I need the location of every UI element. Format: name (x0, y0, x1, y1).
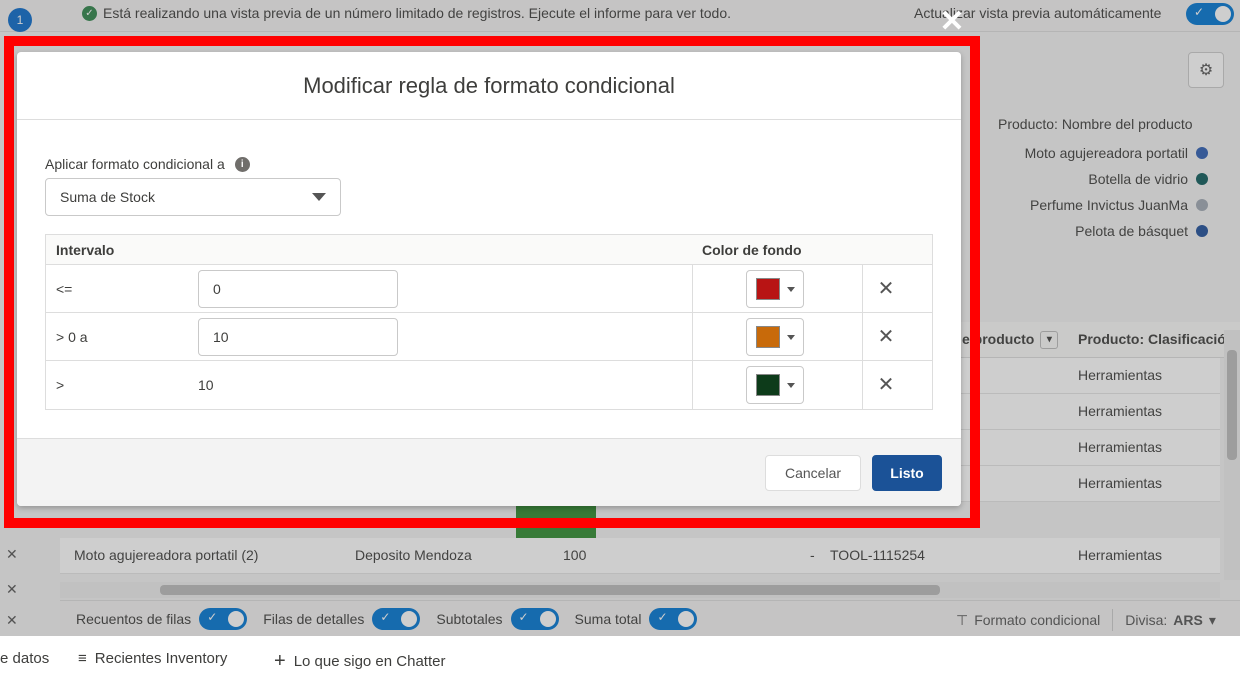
cancel-button[interactable]: Cancelar (765, 455, 861, 491)
color-swatch (756, 278, 780, 300)
utility-item-label: e datos (0, 650, 50, 667)
rule-row: > 0 a ✕ (46, 313, 932, 361)
interval-column-header: Intervalo (56, 242, 115, 258)
utility-item-recent-inventory[interactable]: ≡ Recientes Inventory (78, 650, 227, 667)
rule-value-input[interactable] (198, 270, 398, 308)
utility-bar: e datos ≡ Recientes Inventory + Lo que s… (0, 636, 1240, 681)
done-button[interactable]: Listo (872, 455, 942, 491)
utility-item-label: Recientes Inventory (94, 650, 228, 667)
modal-title: Modificar regla de formato condicional (303, 72, 675, 98)
plus-icon: + (274, 650, 286, 672)
rule-row: <= ✕ (46, 265, 932, 313)
color-swatch (756, 326, 780, 348)
rule-row: > 10 ✕ (46, 361, 932, 409)
caret-down-icon (787, 287, 795, 292)
modal-footer: Cancelar Listo (17, 438, 961, 506)
rule-operator: > (56, 377, 65, 393)
caret-down-icon (787, 335, 795, 340)
rules-table: Intervalo Color de fondo <= ✕ > 0 a ✕ > … (45, 234, 933, 410)
apply-format-label: Aplicar formato condicional a (45, 156, 225, 172)
utility-item-label: Lo que sigo en Chatter (293, 653, 446, 670)
delete-rule-close-icon[interactable]: ✕ (872, 275, 900, 303)
rule-operator: > 0 a (56, 329, 88, 345)
apply-format-label-group: Aplicar formato condicional a i (45, 156, 250, 172)
background-color-picker[interactable] (746, 270, 804, 308)
rule-value-input[interactable] (198, 318, 398, 356)
rule-value-static: 10 (198, 377, 214, 393)
close-modal-icon[interactable]: ✕ (936, 6, 968, 38)
color-swatch (756, 374, 780, 396)
rules-table-header: Intervalo Color de fondo (46, 235, 932, 265)
apply-format-select[interactable]: Suma de Stock (45, 178, 341, 216)
delete-rule-close-icon[interactable]: ✕ (872, 371, 900, 399)
utility-item-chatter[interactable]: + Lo que sigo en Chatter (274, 650, 445, 673)
database-icon: ≡ (78, 650, 87, 667)
caret-down-icon (787, 383, 795, 388)
utility-item-datos[interactable]: e datos (0, 650, 49, 667)
color-column-header: Color de fondo (702, 242, 802, 258)
background-color-picker[interactable] (746, 366, 804, 404)
background-color-picker[interactable] (746, 318, 804, 356)
delete-rule-close-icon[interactable]: ✕ (872, 323, 900, 351)
caret-down-icon (312, 193, 326, 201)
rule-operator: <= (56, 281, 73, 297)
conditional-format-modal: Modificar regla de formato condicional A… (17, 52, 961, 506)
modal-header: Modificar regla de formato condicional (17, 52, 961, 120)
info-icon[interactable]: i (234, 156, 250, 172)
apply-format-value: Suma de Stock (60, 189, 155, 205)
